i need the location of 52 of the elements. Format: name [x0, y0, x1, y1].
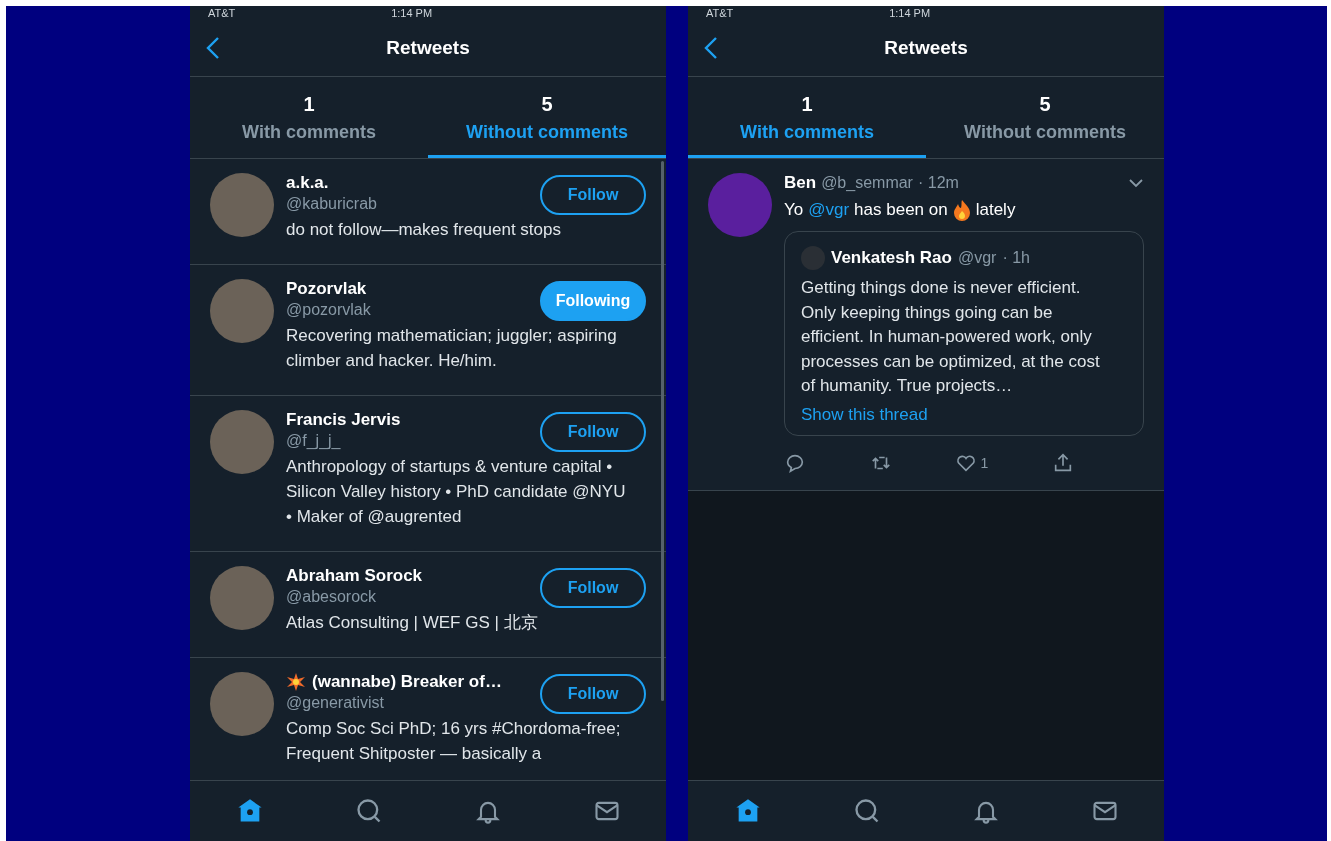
quoted-text: Getting things done is never efficient. Only keeping things going can be efficient. In human-powered work, only processes can be optimized, at the cost of humanity. True projects…: [801, 277, 1101, 397]
like-count: 1: [980, 454, 989, 471]
caret-icon[interactable]: [1128, 178, 1144, 188]
home-icon[interactable]: [235, 797, 264, 825]
page-title: Retweets: [386, 37, 470, 59]
status-time: 1:14 PM: [391, 7, 433, 19]
user-name: Pozorvlak: [286, 279, 367, 299]
tweet-time: · 12m: [917, 174, 959, 192]
user-name: Abraham Sorock: [286, 566, 423, 586]
home-icon[interactable]: [733, 797, 762, 825]
follow-button[interactable]: Follow: [540, 412, 646, 452]
user-name: (wannabe) Breaker of…: [312, 672, 502, 692]
follow-button[interactable]: Follow: [540, 568, 646, 608]
user-bio: Recovering mathematician; juggler; aspiring climber and hacker. He/him.: [286, 325, 618, 372]
user-bio: Atlas Consulting | WEF GS | 北京: [286, 612, 539, 634]
retweets-tab[interactable]: 5 Without comments: [428, 77, 666, 158]
user-handle: @abesorock: [286, 588, 378, 606]
tweet-time: · 1h: [1002, 249, 1030, 267]
retweets-tab[interactable]: 1 With comments: [190, 77, 428, 158]
user-handle: @generativist: [286, 694, 386, 712]
user-name: Venkatesh Rao: [831, 248, 952, 268]
search-icon[interactable]: [852, 797, 881, 825]
user-name: Ben: [784, 173, 817, 193]
user-name: Francis Jervis: [286, 410, 401, 430]
user-handle: @b_semmar: [821, 174, 913, 192]
tweet-text: lately: [975, 200, 1016, 220]
carrier-label: AT&T: [706, 7, 734, 19]
show-thread-link[interactable]: Show this thread: [801, 404, 1127, 425]
user-name: a.k.a.: [286, 173, 329, 193]
tweet-text: has been on: [854, 200, 948, 220]
share-icon[interactable]: [1052, 451, 1074, 474]
search-icon[interactable]: [354, 797, 383, 825]
page-title: Retweets: [884, 37, 968, 59]
carrier-label: AT&T: [208, 7, 236, 19]
fire-icon: [952, 199, 971, 221]
status-time: 1:14 PM: [889, 7, 931, 19]
tweet-card[interactable]: [688, 159, 1164, 491]
back-icon[interactable]: [704, 36, 718, 60]
user-handle: @f_j_j_: [286, 432, 342, 450]
user-bio: Anthropology of startups & venture capital • Silicon Valley history • PhD candidate @NYU • Maker of @augrented: [286, 456, 627, 528]
follow-button[interactable]: Follow: [540, 175, 646, 215]
user-handle: @vgr: [957, 249, 997, 267]
user-bio: Comp Soc Sci PhD; 16 yrs #Chordoma-free; Frequent Shitposter — basically a: [286, 718, 622, 765]
tweet-text: Yo: [784, 200, 804, 220]
user-handle: @kaburicrab: [286, 195, 378, 213]
quoted-tweet[interactable]: [784, 231, 1144, 436]
retweets-tab[interactable]: 5 Without comments: [926, 77, 1164, 158]
mention-link[interactable]: @vgr: [808, 200, 850, 220]
user-handle: @pozorvlak: [286, 301, 372, 319]
follow-button[interactable]: Follow: [540, 674, 646, 714]
back-icon[interactable]: [206, 36, 220, 60]
user-bio: do not follow—makes frequent stops: [286, 219, 562, 241]
